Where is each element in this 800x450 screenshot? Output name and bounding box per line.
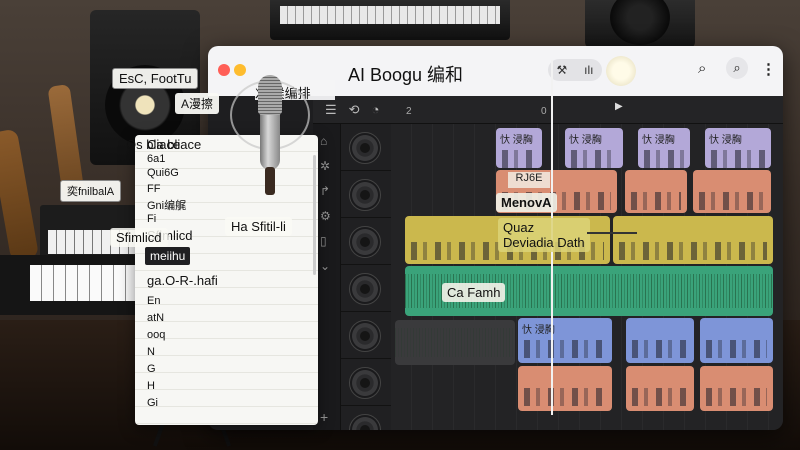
background-monitor-right <box>585 0 695 48</box>
clip[interactable] <box>395 320 515 365</box>
annotation-tag: RJ6E <box>508 172 550 188</box>
background-guitar <box>0 128 40 262</box>
clip-label: 忕 浸胸 <box>500 135 533 146</box>
clip[interactable]: 忕 浸胸 <box>518 318 612 363</box>
floating-label: Sfimlicd <box>110 228 168 247</box>
clip[interactable] <box>700 318 773 363</box>
floating-label: Ha Sfitil-li <box>225 217 292 236</box>
magnify-icon[interactable]: ⌕ <box>726 57 748 79</box>
clip[interactable] <box>625 170 687 213</box>
trash-icon[interactable]: ▯ <box>320 234 327 248</box>
menu-item[interactable]: G <box>147 363 156 375</box>
clip[interactable] <box>626 318 694 363</box>
track-header[interactable] <box>341 265 391 312</box>
annotation-line: Deviadia Dath <box>503 235 585 250</box>
track-header[interactable] <box>341 406 391 430</box>
menu-scrollbar[interactable] <box>313 155 316 275</box>
clip[interactable] <box>613 216 773 264</box>
ruler-mark: 2 <box>406 106 412 117</box>
record-glow-button[interactable] <box>606 56 636 86</box>
track-header[interactable] <box>341 124 391 171</box>
track-knob[interactable] <box>349 414 381 430</box>
floating-label: EsC, FootTu <box>112 68 199 89</box>
track-knob[interactable] <box>349 226 381 258</box>
menu-item[interactable]: FF <box>147 183 160 195</box>
minimize-window-button[interactable] <box>234 64 246 76</box>
track-headers <box>341 124 391 430</box>
floating-label: Os bliace <box>126 137 181 152</box>
track-knob[interactable] <box>349 179 381 211</box>
annotation-line: Quaz <box>503 220 535 235</box>
track-header[interactable] <box>341 171 391 218</box>
clip-label: 忕 浸胸 <box>522 325 555 336</box>
track-header[interactable] <box>341 218 391 265</box>
clip-label: 忕 浸胸 <box>709 135 742 146</box>
menu-item[interactable]: ga.O-R-.hafi <box>147 273 218 288</box>
clip[interactable]: 忕 浸胸 <box>565 128 623 168</box>
plus-icon[interactable]: + <box>320 409 328 425</box>
wand-icon[interactable]: ⚒ <box>556 63 567 77</box>
menu-item[interactable]: H <box>147 380 155 392</box>
track-header[interactable] <box>341 359 391 406</box>
annotation-arrow <box>587 232 637 234</box>
clip[interactable]: 忕 浸胸 <box>638 128 690 168</box>
search-icon[interactable]: ⌕ <box>698 60 706 77</box>
link-icon[interactable]: ↱ <box>320 184 330 198</box>
more-icon[interactable]: ⋮ <box>761 60 776 78</box>
timeline-ruler[interactable]: 2 0 <box>391 106 783 120</box>
app-title: AI Boogu 编和 <box>348 65 464 85</box>
clip[interactable]: 忕 浸胸 <box>705 128 771 168</box>
chevron-icon[interactable]: ⌄ <box>320 259 330 273</box>
clip[interactable] <box>700 366 773 411</box>
annotation-label: MenovA <box>496 193 557 212</box>
clip[interactable] <box>693 170 771 213</box>
annotation-label: Ca Famh <box>442 283 506 302</box>
background-keyboard-top <box>270 0 510 40</box>
menu-item[interactable]: Gni编艉 <box>147 197 186 213</box>
track-knob[interactable] <box>349 367 381 399</box>
home-icon[interactable]: ⌂ <box>320 134 327 148</box>
menu-item[interactable]: Qui6G <box>147 167 179 179</box>
microphone-image <box>230 55 310 195</box>
clip[interactable]: 忕 浸胸 <box>496 128 542 168</box>
menu-icon[interactable]: ☰ <box>325 102 337 118</box>
timer-icon[interactable]: ◔ <box>372 102 380 117</box>
close-window-button[interactable] <box>218 64 230 76</box>
clip[interactable] <box>626 366 694 411</box>
menu-item[interactable]: 6a1 <box>147 153 165 165</box>
menu-item[interactable]: ooq <box>147 329 165 341</box>
menu-item[interactable]: atN <box>147 312 164 324</box>
play-icon[interactable]: ▶ <box>615 101 623 112</box>
menu-item-selected[interactable]: meiihu <box>145 247 191 265</box>
track-knob[interactable] <box>349 320 381 352</box>
clip-label: 忕 浸胸 <box>642 135 675 146</box>
clip-label: 忕 浸胸 <box>569 135 602 146</box>
clip[interactable] <box>518 366 612 411</box>
floating-label: 奕fnilbalA <box>60 180 122 202</box>
track-header[interactable] <box>341 312 391 359</box>
ruler-mark: 0 <box>541 106 547 117</box>
loop-icon[interactable]: ⟲ <box>349 102 360 118</box>
dropdown-menu: Ca bliace 6a1 Qui6G FF Gni编艉 Fi Sfimlicd… <box>135 135 318 425</box>
menu-item[interactable]: N <box>147 346 155 358</box>
track-knob[interactable] <box>349 132 381 164</box>
annotation-label: Quaz Deviadia Dath <box>498 218 590 252</box>
track-knob[interactable] <box>349 273 381 305</box>
gear-icon[interactable]: ✲ <box>320 159 330 173</box>
menu-item[interactable]: Fi <box>147 213 156 225</box>
cog-icon[interactable]: ⚙ <box>320 209 331 223</box>
tool-segmented-control[interactable]: ⚒ ılı <box>548 59 602 81</box>
floating-label: A漫擦 <box>175 93 220 114</box>
menu-item[interactable]: En <box>147 295 160 307</box>
menu-item[interactable]: Gi <box>147 397 158 409</box>
bars-icon[interactable]: ılı <box>584 63 593 77</box>
